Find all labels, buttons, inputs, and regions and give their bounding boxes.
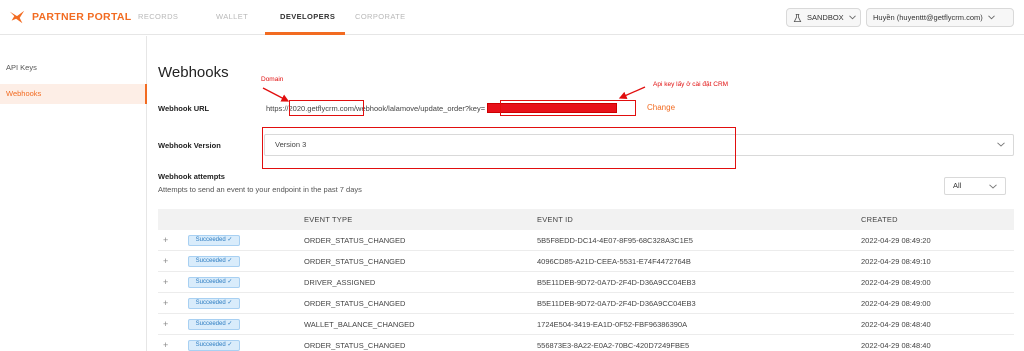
apikey-highlight-box [500,100,636,116]
event-id-cell: 4096CD85-A21D-CEEA-5531-E74F4472764B [537,257,691,266]
expand-row-icon[interactable]: + [163,277,168,287]
sidebar-item-webhooks[interactable]: Webhooks [0,84,147,104]
env-label: SANDBOX [807,13,844,22]
table-row[interactable]: + Succeeded ✓ DRIVER_ASSIGNED B5E11DEB-9D72… [158,272,1014,293]
sandbox-switcher[interactable]: SANDBOX [786,8,861,27]
attempts-title: Webhook attempts [158,172,225,181]
col-event-id: EVENT ID [537,215,574,224]
event-id-cell: B5E11DEB-9D72-0A7D-2F4D-D36A9CC04EB3 [537,278,696,287]
apikey-arrow [618,86,646,99]
version-highlight-box [262,127,736,169]
status-badge: Succeeded ✓ [188,256,240,267]
event-type-cell: ORDER_STATUS_CHANGED [304,341,406,350]
created-cell: 2022-04-29 08:48:40 [861,341,931,350]
table-row[interactable]: + Succeeded ✓ WALLET_BALANCE_CHANGED 1724E5… [158,314,1014,335]
brand-name: PARTNER PORTAL [32,11,132,23]
sidebar: API Keys Webhooks [0,36,147,351]
flask-icon [793,13,802,22]
expand-row-icon[interactable]: + [163,319,168,329]
bird-logo-icon [9,10,25,24]
event-id-cell: B5E11DEB-9D72-0A7D-2F4D-D36A9CC04EB3 [537,299,696,308]
status-badge: Succeeded ✓ [188,298,240,309]
webhook-url-label: Webhook URL [158,104,210,113]
change-url-link[interactable]: Change [647,103,675,112]
status-badge: Succeeded ✓ [188,235,240,246]
status-badge: Succeeded ✓ [188,340,240,351]
status-badge: Succeeded ✓ [188,277,240,288]
apikey-annotation: Api key lấy ở cài đặt CRM [653,81,729,88]
domain-annotation: Domain [261,76,284,83]
event-type-cell: ORDER_STATUS_CHANGED [304,299,406,308]
top-nav: PARTNER PORTAL RECORDS WALLET DEVELOPERS… [0,0,1024,35]
chevron-down-icon [987,15,995,20]
webhook-attempts-table: EVENT TYPE EVENT ID CREATED + Succeeded ✓… [158,209,1014,351]
chevron-down-icon [989,184,997,189]
col-created: CREATED [861,215,898,224]
url-prefix: https:// [266,103,289,113]
url-path: /webhook/lalamove/update_order?key= [353,103,486,113]
active-tab-indicator [265,32,345,35]
nav-wallet[interactable]: WALLET [216,12,248,21]
event-id-cell: 556873E3-8A22-E0A2-70BC-420D7249FBE5 [537,341,690,350]
created-cell: 2022-04-29 08:49:10 [861,257,931,266]
created-cell: 2022-04-29 08:48:40 [861,320,931,329]
filter-value: All [953,181,962,190]
attempts-filter-select[interactable]: All [944,177,1006,195]
user-menu[interactable]: Huyền (huyenttt@getflycrm.com) [866,8,1014,27]
domain-highlight-box [289,100,364,116]
table-row[interactable]: + Succeeded ✓ ORDER_STATUS_CHANGED 556873E3… [158,335,1014,351]
nav-records[interactable]: RECORDS [138,12,178,21]
expand-row-icon[interactable]: + [163,256,168,266]
table-row[interactable]: + Succeeded ✓ ORDER_STATUS_CHANGED B5E11DEB… [158,293,1014,314]
sidebar-item-api-keys[interactable]: API Keys [0,58,147,78]
domain-arrow [262,87,290,102]
table-header: EVENT TYPE EVENT ID CREATED [158,209,1014,230]
chevron-down-icon [997,142,1005,147]
expand-row-icon[interactable]: + [163,235,168,245]
nav-corporate[interactable]: CORPORATE [355,12,406,21]
event-type-cell: ORDER_STATUS_CHANGED [304,257,406,266]
webhook-version-label: Webhook Version [158,141,221,150]
event-type-cell: DRIVER_ASSIGNED [304,278,376,287]
table-row[interactable]: + Succeeded ✓ ORDER_STATUS_CHANGED 4096CD85… [158,251,1014,272]
brand-logo[interactable]: PARTNER PORTAL [8,8,131,26]
event-type-cell: WALLET_BALANCE_CHANGED [304,320,415,329]
created-cell: 2022-04-29 08:49:20 [861,236,931,245]
nav-developers[interactable]: DEVELOPERS [280,12,335,21]
expand-row-icon[interactable]: + [163,340,168,350]
event-id-cell: 1724E504-3419-EA1D-0F52-FBF96386390A [537,320,688,329]
col-event-type: EVENT TYPE [304,215,353,224]
page-title: Webhooks [158,64,229,81]
created-cell: 2022-04-29 08:49:00 [861,299,931,308]
table-row[interactable]: + Succeeded ✓ ORDER_STATUS_CHANGED 5B5F8EDD… [158,230,1014,251]
chevron-down-icon [848,15,856,20]
created-cell: 2022-04-29 08:49:00 [861,278,931,287]
event-id-cell: 5B5F8EDD-DC14-4E07-8F95-68C328A3C1E5 [537,236,693,245]
event-type-cell: ORDER_STATUS_CHANGED [304,236,406,245]
expand-row-icon[interactable]: + [163,298,168,308]
attempts-subtitle: Attempts to send an event to your endpoi… [158,185,362,194]
user-label: Huyền (huyenttt@getflycrm.com) [873,13,983,22]
status-badge: Succeeded ✓ [188,319,240,330]
